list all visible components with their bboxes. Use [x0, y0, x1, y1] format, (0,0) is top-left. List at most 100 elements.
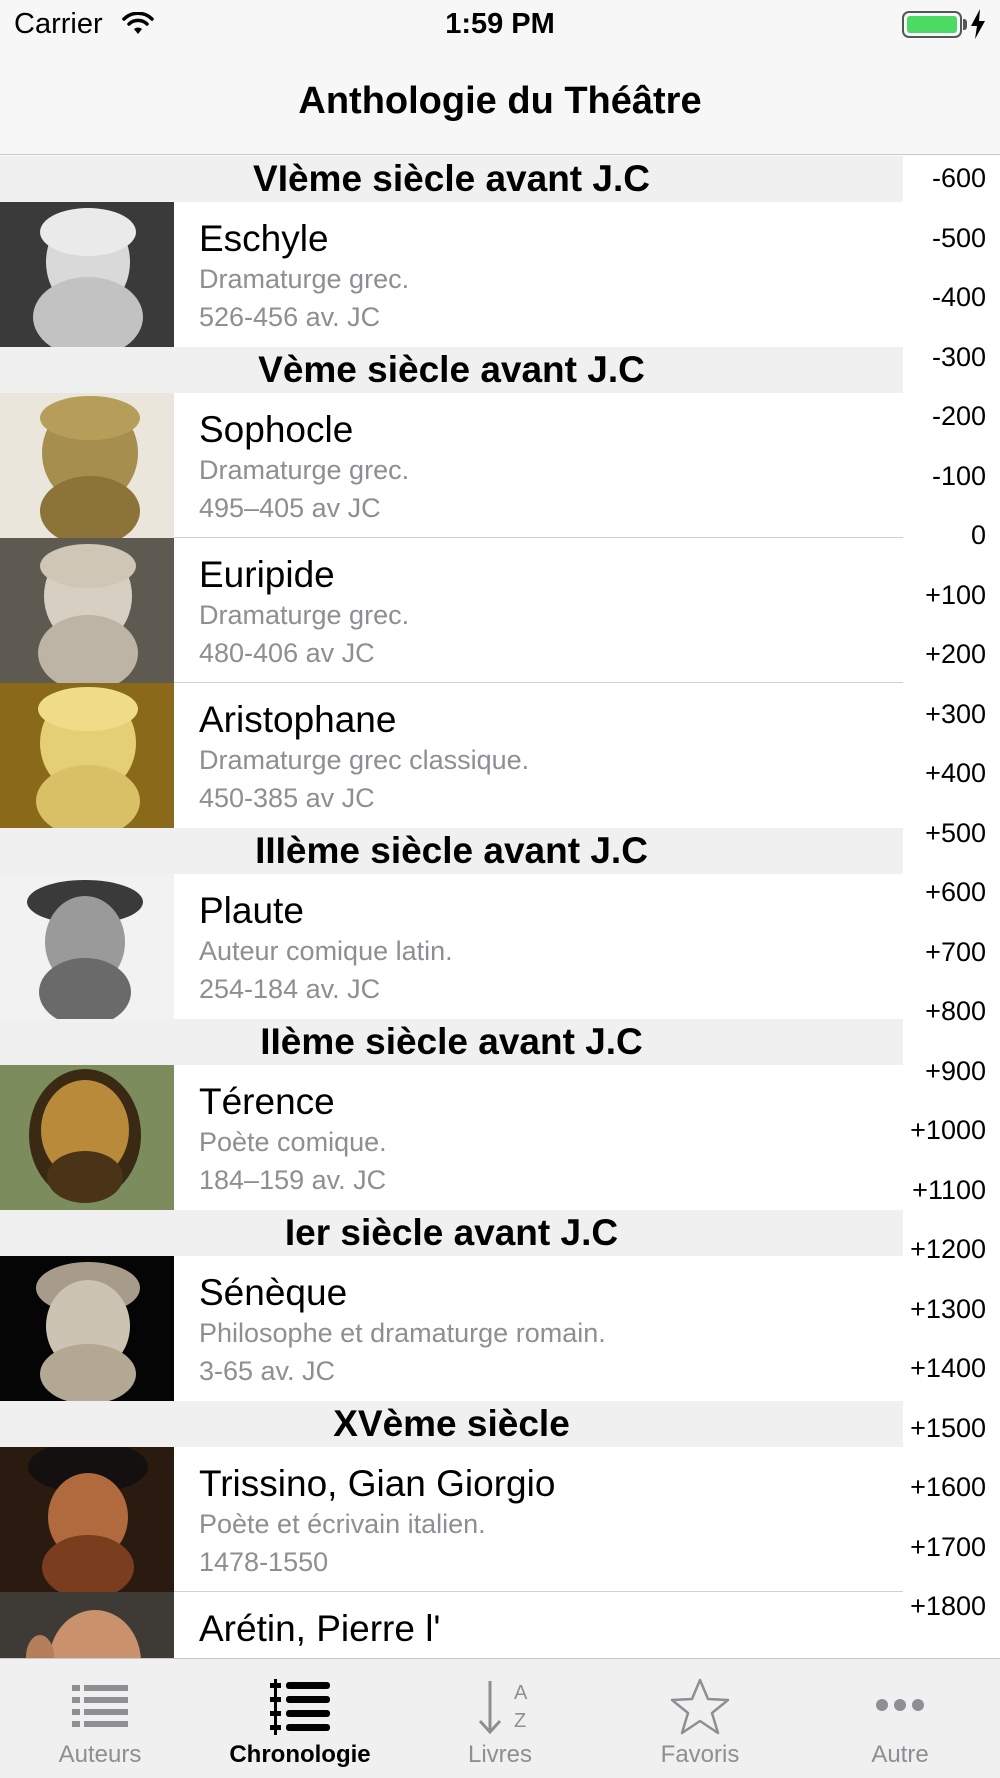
battery-cap: [963, 19, 967, 30]
index-item[interactable]: -300: [932, 342, 986, 373]
author-description: Dramaturge grec.: [199, 264, 410, 294]
charging-icon: [970, 9, 986, 44]
navigation-bar: Anthologie du Théâtre: [0, 50, 1000, 155]
list-item[interactable]: Euripide Dramaturge grec. 480-406 av JC: [0, 538, 903, 683]
battery-icon: [902, 11, 962, 38]
section-header: Ier siècle avant J.C: [0, 1210, 903, 1256]
index-item[interactable]: -400: [932, 282, 986, 313]
index-item[interactable]: +1100: [912, 1175, 986, 1206]
author-portrait: [0, 1065, 174, 1210]
author-name: Eschyle: [199, 218, 329, 259]
index-item[interactable]: +600: [925, 877, 986, 908]
tab-label: Favoris: [660, 1741, 740, 1768]
index-item[interactable]: +1800: [910, 1591, 986, 1622]
index-item[interactable]: +100: [925, 580, 986, 611]
author-name: Trissino, Gian Giorgio: [199, 1463, 556, 1504]
author-description: Poète comique.: [199, 1127, 387, 1157]
tab-favoris[interactable]: Favoris: [600, 1659, 800, 1778]
index-item[interactable]: +1400: [910, 1353, 986, 1384]
index-item[interactable]: -600: [932, 163, 986, 194]
index-item[interactable]: -200: [932, 401, 986, 432]
author-portrait: [0, 538, 174, 683]
author-description: Auteur comique latin.: [199, 936, 453, 966]
author-name: Aristophane: [199, 699, 397, 740]
author-portrait: [0, 202, 174, 347]
author-portrait: [0, 874, 174, 1019]
list-item[interactable]: Trissino, Gian Giorgio Poète et écrivain…: [0, 1447, 903, 1592]
status-bar: Carrier 1:59 PM: [0, 0, 1000, 50]
tab-label: Autre: [871, 1741, 929, 1768]
author-portrait: [0, 1447, 174, 1592]
index-item[interactable]: +900: [925, 1056, 986, 1087]
author-dates: 480-406 av JC: [199, 638, 375, 668]
tab-autre[interactable]: Autre: [800, 1659, 1000, 1778]
author-description: Dramaturge grec.: [199, 600, 410, 630]
section-header: XVème siècle: [0, 1401, 903, 1447]
tab-auteurs[interactable]: Auteurs: [0, 1659, 200, 1778]
author-dates: 3-65 av. JC: [199, 1356, 336, 1386]
star-icon: [670, 1678, 730, 1735]
index-item[interactable]: -500: [932, 223, 986, 254]
tab-label: Auteurs: [58, 1741, 142, 1768]
author-dates: 450-385 av JC: [199, 783, 375, 813]
list-item[interactable]: Arétin, Pierre l': [0, 1592, 903, 1658]
list-item[interactable]: Térence Poète comique. 184–159 av. JC: [0, 1065, 903, 1210]
author-portrait: [0, 1592, 174, 1658]
author-description: Philosophe et dramaturge romain.: [199, 1318, 606, 1348]
index-item[interactable]: +1000: [910, 1115, 986, 1146]
index-item[interactable]: +1300: [910, 1294, 986, 1325]
section-header: Vème siècle avant J.C: [0, 347, 903, 393]
author-description: Dramaturge grec.: [199, 455, 410, 485]
section-index[interactable]: -600 -500 -400 -300 -200 -100 0 +100 +200 +300 +40…: [903, 163, 1000, 1658]
index-item[interactable]: +200: [925, 639, 986, 670]
list-icon: [72, 1685, 128, 1727]
author-name: Arétin, Pierre l': [199, 1608, 441, 1649]
author-name: Sénèque: [199, 1272, 348, 1313]
section-header: VIème siècle avant J.C: [0, 156, 903, 202]
tab-label: Livres: [467, 1741, 533, 1768]
list-item[interactable]: Sophocle Dramaturge grec. 495–405 av JC: [0, 393, 903, 538]
author-dates: 526-456 av. JC: [199, 302, 381, 332]
author-name: Plaute: [199, 890, 304, 931]
svg-text:A: A: [514, 1682, 528, 1704]
list-item[interactable]: Plaute Auteur comique latin. 254-184 av.…: [0, 874, 903, 1019]
index-item[interactable]: +1600: [910, 1472, 986, 1503]
tab-livres[interactable]: A Z Livres: [400, 1659, 600, 1778]
section-header: IIIème siècle avant J.C: [0, 828, 903, 874]
list-item[interactable]: Aristophane Dramaturge grec classique. 4…: [0, 683, 903, 828]
index-item[interactable]: +400: [925, 758, 986, 789]
author-portrait: [0, 683, 174, 828]
list-item[interactable]: Eschyle Dramaturge grec. 526-456 av. JC: [0, 202, 903, 347]
status-time: 1:59 PM: [445, 8, 555, 40]
index-item[interactable]: +1700: [910, 1532, 986, 1563]
sort-az-icon: A Z: [478, 1681, 528, 1735]
author-portrait: [0, 393, 174, 538]
index-item[interactable]: -100: [932, 461, 986, 492]
index-item[interactable]: +1200: [910, 1234, 986, 1265]
index-item[interactable]: +300: [925, 699, 986, 730]
tab-label: Chronologie: [229, 1741, 371, 1768]
index-item[interactable]: +700: [925, 937, 986, 968]
timeline-icon: [270, 1679, 330, 1735]
author-name: Euripide: [199, 554, 335, 595]
chronology-list[interactable]: VIème siècle avant J.C Eschyle Dramaturg…: [0, 156, 903, 1658]
svg-text:Z: Z: [514, 1710, 526, 1732]
author-description: Poète et écrivain italien.: [199, 1509, 486, 1539]
author-name: Sophocle: [199, 409, 354, 450]
page-title: Anthologie du Théâtre: [298, 80, 702, 122]
author-name: Térence: [199, 1081, 335, 1122]
index-item[interactable]: 0: [971, 520, 986, 551]
author-portrait: [0, 1256, 174, 1401]
tab-bar: Auteurs Chronologie A Z Livres Favoris A…: [0, 1658, 1000, 1778]
author-dates: 1478-1550: [199, 1547, 329, 1577]
index-item[interactable]: +1500: [910, 1413, 986, 1444]
index-item[interactable]: +500: [925, 818, 986, 849]
section-header: IIème siècle avant J.C: [0, 1019, 903, 1065]
author-dates: 254-184 av. JC: [199, 974, 381, 1004]
tab-chronologie[interactable]: Chronologie: [200, 1659, 400, 1778]
author-dates: 495–405 av JC: [199, 493, 381, 523]
list-item[interactable]: Sénèque Philosophe et dramaturge romain.…: [0, 1256, 903, 1401]
index-item[interactable]: +800: [925, 996, 986, 1027]
more-icon: [876, 1699, 924, 1711]
author-description: Dramaturge grec classique.: [199, 745, 530, 775]
